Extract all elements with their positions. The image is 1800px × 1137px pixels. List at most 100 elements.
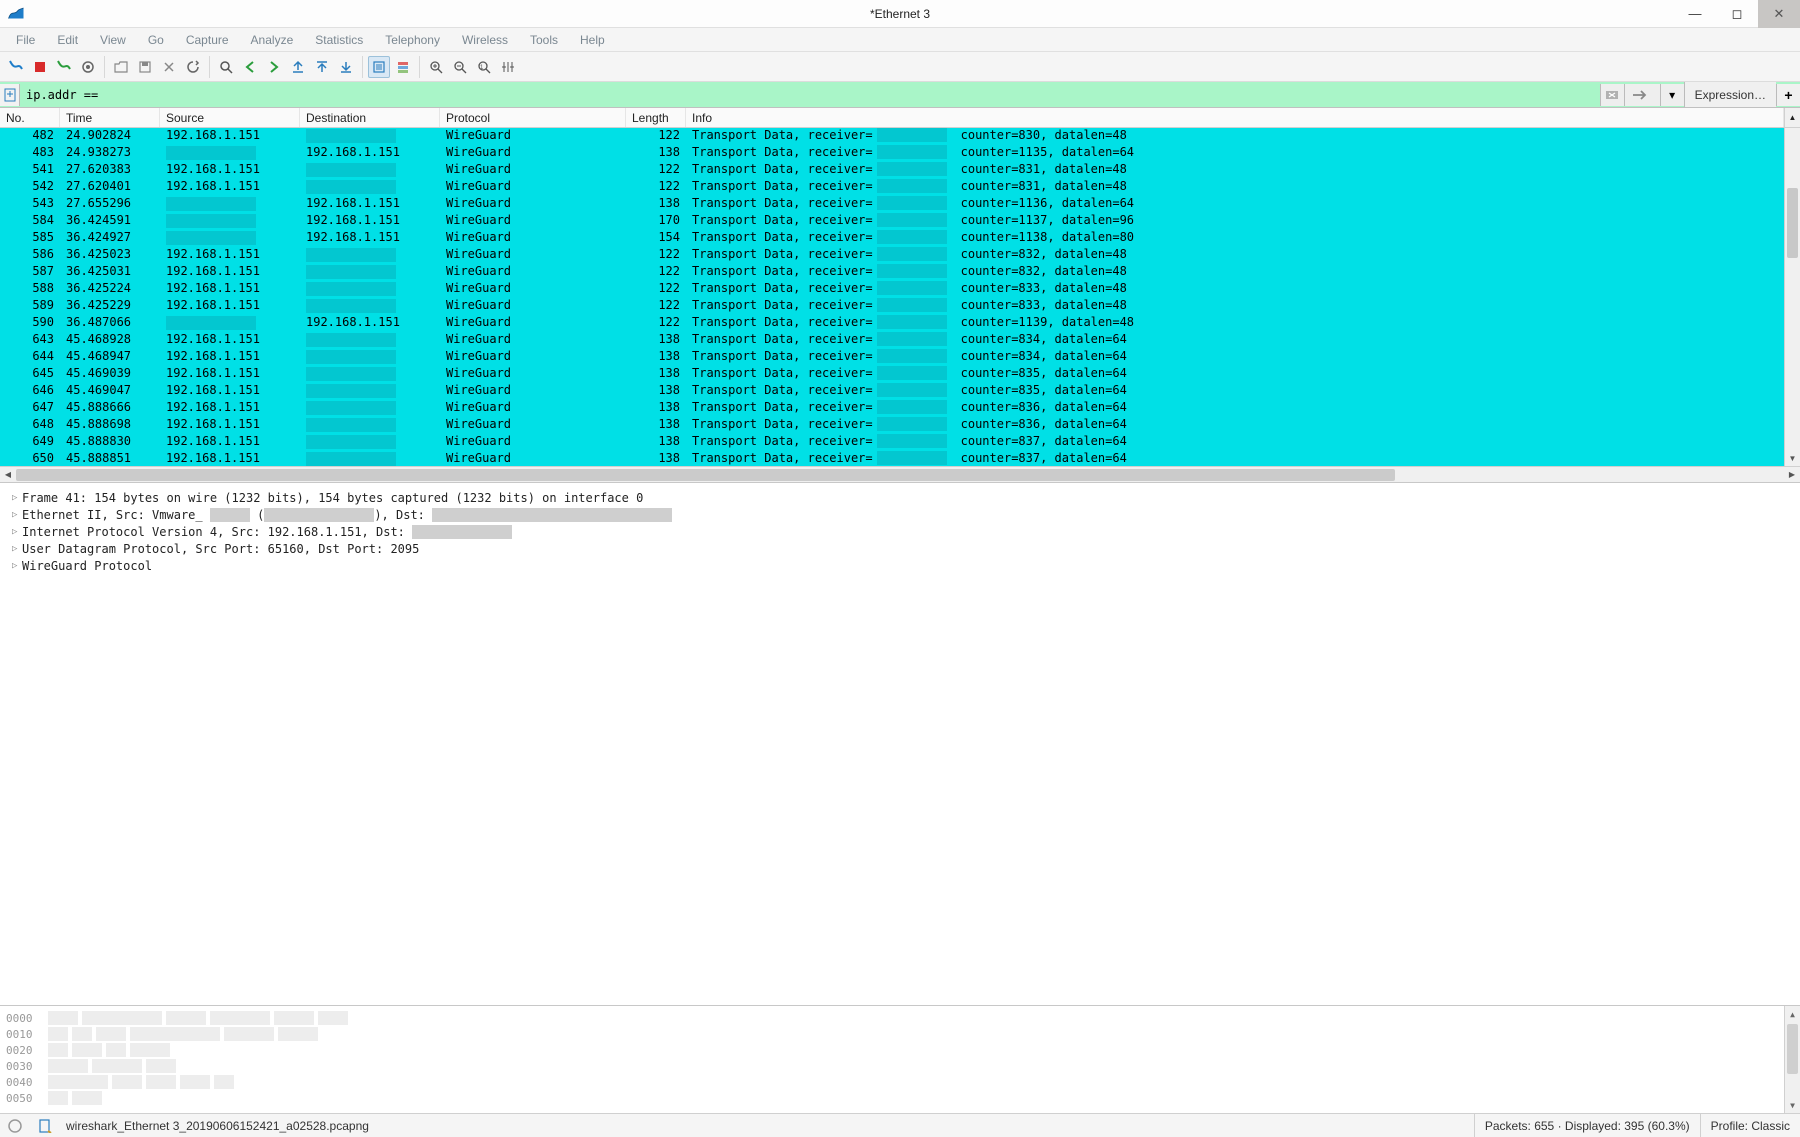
filter-bookmark-icon[interactable]: [0, 84, 20, 106]
go-forward-icon[interactable]: [263, 56, 285, 78]
zoom-reset-icon[interactable]: 1: [473, 56, 495, 78]
start-capture-icon[interactable]: [5, 56, 27, 78]
hex-line[interactable]: 0020: [6, 1042, 1794, 1058]
minimize-button[interactable]: —: [1674, 0, 1716, 28]
hex-line[interactable]: 0030: [6, 1058, 1794, 1074]
scrollbar-track[interactable]: [16, 467, 1784, 483]
packet-row[interactable]: 59036.487066192.168.1.151WireGuard122Tra…: [0, 315, 1800, 332]
go-first-icon[interactable]: [311, 56, 333, 78]
maximize-button[interactable]: ◻: [1716, 0, 1758, 28]
go-to-packet-icon[interactable]: [287, 56, 309, 78]
menu-analyze[interactable]: Analyze: [241, 31, 304, 49]
status-profile[interactable]: Profile: Classic: [1700, 1114, 1800, 1137]
packet-row[interactable]: 58936.425229192.168.1.151WireGuard122Tra…: [0, 298, 1800, 315]
detail-wireguard[interactable]: ▷WireGuard Protocol: [4, 557, 1796, 574]
redacted: [264, 508, 374, 522]
packet-row[interactable]: 64745.888666192.168.1.151WireGuard138Tra…: [0, 400, 1800, 417]
packet-row[interactable]: 58736.425031192.168.1.151WireGuard122Tra…: [0, 264, 1800, 281]
detail-ipv4[interactable]: ▷Internet Protocol Version 4, Src: 192.1…: [4, 523, 1796, 540]
horizontal-scrollbar[interactable]: ◀ ▶: [0, 466, 1800, 482]
expert-info-icon[interactable]: [4, 1115, 26, 1137]
scroll-up-icon[interactable]: ▲: [1784, 108, 1800, 127]
scroll-right-icon[interactable]: ▶: [1784, 467, 1800, 483]
menu-edit[interactable]: Edit: [47, 31, 88, 49]
close-button[interactable]: ✕: [1758, 0, 1800, 28]
header-no[interactable]: No.: [0, 108, 60, 127]
auto-scroll-icon[interactable]: [368, 56, 390, 78]
packet-row[interactable]: 48224.902824192.168.1.151WireGuard122Tra…: [0, 128, 1800, 145]
filter-recent-dropdown-icon[interactable]: ▾: [1660, 84, 1684, 106]
detail-frame[interactable]: ▷Frame 41: 154 bytes on wire (1232 bits)…: [4, 489, 1796, 506]
vertical-scrollbar[interactable]: ▼: [1784, 128, 1800, 466]
close-file-icon[interactable]: [158, 56, 180, 78]
restart-capture-icon[interactable]: [53, 56, 75, 78]
zoom-in-icon[interactable]: [425, 56, 447, 78]
filter-apply-icon[interactable]: [1624, 84, 1660, 106]
packet-row[interactable]: 64645.469047192.168.1.151WireGuard138Tra…: [0, 383, 1800, 400]
packet-row[interactable]: 64345.468928192.168.1.151WireGuard138Tra…: [0, 332, 1800, 349]
menu-capture[interactable]: Capture: [176, 31, 239, 49]
hex-line[interactable]: 0050: [6, 1090, 1794, 1106]
packet-row[interactable]: 54127.620383192.168.1.151WireGuard122Tra…: [0, 162, 1800, 179]
scroll-down-icon[interactable]: ▼: [1785, 1097, 1800, 1113]
header-length[interactable]: Length: [626, 108, 686, 127]
resize-columns-icon[interactable]: [497, 56, 519, 78]
menu-view[interactable]: View: [90, 31, 136, 49]
zoom-out-icon[interactable]: [449, 56, 471, 78]
hex-line[interactable]: 0010: [6, 1026, 1794, 1042]
header-source[interactable]: Source: [160, 108, 300, 127]
packet-row[interactable]: 48324.938273192.168.1.151WireGuard138Tra…: [0, 145, 1800, 162]
packet-row[interactable]: 54327.655296192.168.1.151WireGuard138Tra…: [0, 196, 1800, 213]
reload-icon[interactable]: [182, 56, 204, 78]
header-info[interactable]: Info: [686, 108, 1784, 127]
capture-file-properties-icon[interactable]: [34, 1115, 56, 1137]
filter-clear-icon[interactable]: [1600, 84, 1624, 106]
menu-go[interactable]: Go: [138, 31, 174, 49]
menu-wireless[interactable]: Wireless: [452, 31, 518, 49]
go-back-icon[interactable]: [239, 56, 261, 78]
packet-row[interactable]: 54227.620401192.168.1.151WireGuard122Tra…: [0, 179, 1800, 196]
colorize-icon[interactable]: [392, 56, 414, 78]
hex-line[interactable]: 0000: [6, 1010, 1794, 1026]
capture-options-icon[interactable]: [77, 56, 99, 78]
packet-row[interactable]: 64945.888830192.168.1.151WireGuard138Tra…: [0, 434, 1800, 451]
expression-button[interactable]: Expression…: [1684, 82, 1776, 107]
detail-ethernet[interactable]: ▷Ethernet II, Src: Vmware_ (), Dst:: [4, 506, 1796, 523]
packet-row[interactable]: 58436.424591192.168.1.151WireGuard170Tra…: [0, 213, 1800, 230]
scrollbar-thumb[interactable]: [1787, 188, 1798, 258]
packet-row[interactable]: 64845.888698192.168.1.151WireGuard138Tra…: [0, 417, 1800, 434]
header-destination[interactable]: Destination: [300, 108, 440, 127]
menu-tools[interactable]: Tools: [520, 31, 568, 49]
header-protocol[interactable]: Protocol: [440, 108, 626, 127]
hex-line[interactable]: 0040: [6, 1074, 1794, 1090]
packet-row[interactable]: 58836.425224192.168.1.151WireGuard122Tra…: [0, 281, 1800, 298]
filter-add-button[interactable]: +: [1776, 84, 1800, 106]
menu-file[interactable]: File: [6, 31, 45, 49]
status-packets: Packets: 655 · Displayed: 395 (60.3%): [1474, 1114, 1700, 1137]
separator: [362, 56, 363, 78]
scrollbar-thumb[interactable]: [16, 469, 1395, 481]
redacted: [432, 508, 672, 522]
stop-capture-icon[interactable]: [29, 56, 51, 78]
header-time[interactable]: Time: [60, 108, 160, 127]
find-icon[interactable]: [215, 56, 237, 78]
save-file-icon[interactable]: [134, 56, 156, 78]
packet-row[interactable]: 58636.425023192.168.1.151WireGuard122Tra…: [0, 247, 1800, 264]
menu-help[interactable]: Help: [570, 31, 615, 49]
detail-udp[interactable]: ▷User Datagram Protocol, Src Port: 65160…: [4, 540, 1796, 557]
hex-scrollbar[interactable]: ▲ ▼: [1784, 1006, 1800, 1113]
scrollbar-thumb[interactable]: [1787, 1024, 1798, 1074]
packet-row[interactable]: 64545.469039192.168.1.151WireGuard138Tra…: [0, 366, 1800, 383]
scroll-down-icon[interactable]: ▼: [1785, 450, 1800, 466]
menu-statistics[interactable]: Statistics: [305, 31, 373, 49]
menu-telephony[interactable]: Telephony: [375, 31, 450, 49]
display-filter-input[interactable]: [20, 82, 1600, 107]
scroll-up-icon[interactable]: ▲: [1785, 1006, 1800, 1022]
open-file-icon[interactable]: [110, 56, 132, 78]
scroll-left-icon[interactable]: ◀: [0, 467, 16, 483]
packet-row[interactable]: 65045.888851192.168.1.151WireGuard138Tra…: [0, 451, 1800, 466]
packet-row[interactable]: 58536.424927192.168.1.151WireGuard154Tra…: [0, 230, 1800, 247]
window-controls: — ◻ ✕: [1674, 0, 1800, 28]
go-last-icon[interactable]: [335, 56, 357, 78]
packet-row[interactable]: 64445.468947192.168.1.151WireGuard138Tra…: [0, 349, 1800, 366]
